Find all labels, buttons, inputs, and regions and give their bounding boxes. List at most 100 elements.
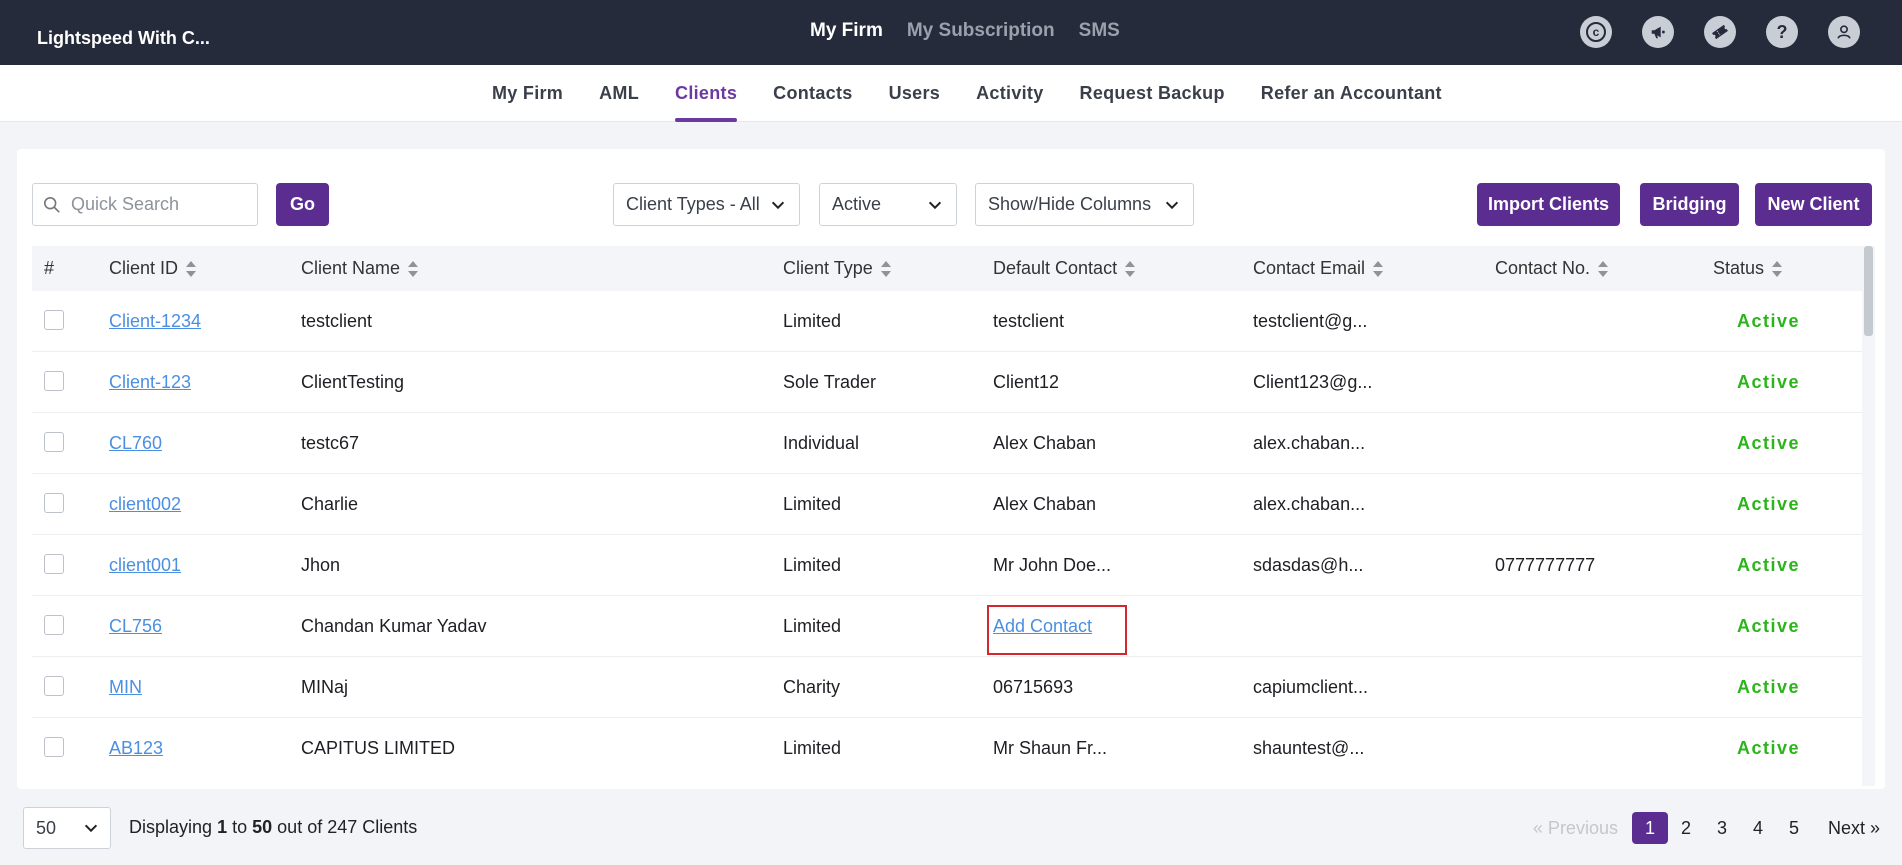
table-row: Client-123 ClientTesting Sole Trader Cli… [32, 352, 1862, 413]
tab-contacts[interactable]: Contacts [755, 65, 870, 122]
tab-request-backup[interactable]: Request Backup [1062, 65, 1243, 122]
row-checkbox[interactable] [44, 432, 64, 452]
client-type: Limited [783, 738, 842, 758]
top-nav-sms[interactable]: SMS [1079, 20, 1120, 42]
client-name: MINaj [301, 677, 349, 697]
column-header-contact-email[interactable]: Contact Email [1253, 258, 1384, 279]
client-type: Limited [783, 616, 842, 636]
page-button-5[interactable]: 5 [1776, 812, 1812, 844]
ticket-icon[interactable] [1704, 16, 1736, 48]
row-checkbox[interactable] [44, 737, 64, 757]
status-badge: Active [1737, 494, 1801, 514]
megaphone-icon[interactable] [1642, 16, 1674, 48]
client-id-link[interactable]: client002 [109, 494, 181, 515]
previous-page-button[interactable]: « Previous [1533, 818, 1618, 839]
tab-activity[interactable]: Activity [958, 65, 1061, 122]
top-nav-my-subscription[interactable]: My Subscription [907, 20, 1055, 42]
user-icon[interactable] [1828, 16, 1860, 48]
show-hide-columns-select[interactable]: Show/Hide Columns [975, 183, 1194, 226]
chevron-down-icon [84, 824, 98, 833]
status-badge: Active [1737, 555, 1801, 575]
row-checkbox[interactable] [44, 371, 64, 391]
next-page-button[interactable]: Next » [1828, 818, 1880, 839]
page-button-1[interactable]: 1 [1631, 812, 1668, 844]
row-checkbox[interactable] [44, 615, 64, 635]
top-nav: My Firm My Subscription SMS [810, 20, 1120, 42]
page-button-2[interactable]: 2 [1668, 812, 1704, 844]
client-id-link[interactable]: AB123 [109, 738, 163, 759]
tab-clients[interactable]: Clients [657, 65, 755, 122]
client-types-select[interactable]: Client Types - All [613, 183, 800, 226]
contact-email: testclient@g... [1253, 311, 1368, 331]
sort-icon[interactable] [1125, 260, 1136, 277]
client-name: CAPITUS LIMITED [301, 738, 456, 758]
sort-icon[interactable] [408, 260, 419, 277]
table-scrollbar-thumb[interactable] [1864, 246, 1873, 336]
client-id-link[interactable]: CL756 [109, 616, 162, 637]
column-header-client-id[interactable]: Client ID [109, 258, 197, 279]
page-button-4[interactable]: 4 [1740, 812, 1776, 844]
capium-icon[interactable]: c [1580, 16, 1612, 48]
help-icon[interactable]: ? [1766, 16, 1798, 48]
sort-icon[interactable] [880, 260, 891, 277]
row-checkbox[interactable] [44, 493, 64, 513]
contact-email: Client123@g... [1253, 372, 1373, 392]
column-header-client-type[interactable]: Client Type [783, 258, 891, 279]
row-checkbox[interactable] [44, 554, 64, 574]
bridging-button[interactable]: Bridging [1640, 183, 1739, 226]
tab-users[interactable]: Users [871, 65, 959, 122]
search-icon [43, 196, 60, 213]
client-type: Individual [783, 433, 860, 453]
row-checkbox[interactable] [44, 676, 64, 696]
import-clients-button[interactable]: Import Clients [1477, 183, 1620, 226]
page-button-3[interactable]: 3 [1704, 812, 1740, 844]
sort-icon[interactable] [1373, 260, 1384, 277]
chevron-down-icon [1165, 201, 1179, 210]
pagination: « Previous 1 2 3 4 5 Next » [1533, 812, 1880, 844]
status-filter-select[interactable]: Active [819, 183, 957, 226]
contact-email: shauntest@... [1253, 738, 1365, 758]
per-page-select[interactable]: 50 [23, 807, 111, 849]
client-id-link[interactable]: client001 [109, 555, 181, 576]
default-contact: 06715693 [993, 677, 1074, 697]
column-header-client-name[interactable]: Client Name [301, 258, 419, 279]
client-id-link[interactable]: Client-123 [109, 372, 191, 393]
table-row: Client-1234 testclient Limited testclien… [32, 291, 1862, 352]
column-header-default-contact[interactable]: Default Contact [993, 258, 1136, 279]
sort-icon[interactable] [1598, 260, 1609, 277]
quick-search[interactable] [32, 183, 258, 226]
search-input[interactable] [71, 194, 241, 215]
table-row: client002 Charlie Limited Alex Chaban al… [32, 474, 1862, 535]
client-type: Limited [783, 494, 842, 514]
firm-name[interactable]: Lightspeed With C... [37, 28, 210, 49]
client-id-link[interactable]: MIN [109, 677, 142, 698]
client-name: Chandan Kumar Yadav [301, 616, 487, 636]
show-hide-columns-value: Show/Hide Columns [988, 194, 1152, 214]
sort-icon[interactable] [1772, 260, 1783, 277]
client-name: Charlie [301, 494, 359, 514]
client-name: testc67 [301, 433, 360, 453]
column-header-status[interactable]: Status [1713, 258, 1783, 279]
column-header-contact-no[interactable]: Contact No. [1495, 258, 1609, 279]
contact-email: alex.chaban... [1253, 494, 1366, 514]
go-button[interactable]: Go [276, 183, 329, 226]
client-id-link[interactable]: Client-1234 [109, 311, 201, 332]
sub-nav: My Firm AML Clients Contacts Users Activ… [0, 65, 1902, 122]
sort-icon[interactable] [186, 260, 197, 277]
tab-my-firm[interactable]: My Firm [474, 65, 581, 122]
new-client-button[interactable]: New Client [1755, 183, 1872, 226]
client-types-value: Client Types - All [626, 194, 760, 214]
tab-refer-an-accountant[interactable]: Refer an Accountant [1243, 65, 1460, 122]
status-badge: Active [1737, 433, 1801, 453]
status-badge: Active [1737, 677, 1801, 697]
row-checkbox[interactable] [44, 310, 64, 330]
contact-email: sdasdas@h... [1253, 555, 1364, 575]
add-contact-link[interactable]: Add Contact [993, 616, 1092, 637]
top-nav-my-firm[interactable]: My Firm [810, 20, 883, 42]
default-contact: Alex Chaban [993, 494, 1097, 514]
column-header-number: # [44, 258, 55, 278]
chevron-down-icon [771, 201, 785, 210]
tab-aml[interactable]: AML [581, 65, 657, 122]
client-id-link[interactable]: CL760 [109, 433, 162, 454]
contact-email: alex.chaban... [1253, 433, 1366, 453]
